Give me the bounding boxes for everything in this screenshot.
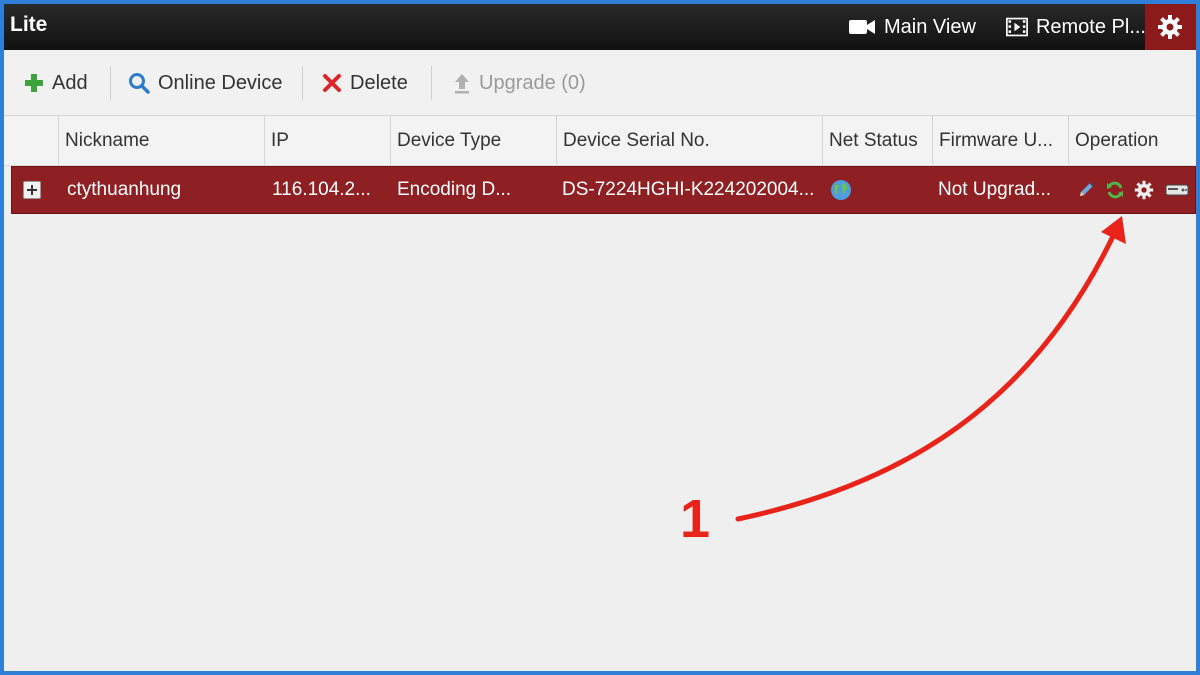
toolbar: Add Online Device Delete Upgrade (0) (4, 50, 1196, 116)
toolbar-divider (302, 66, 303, 100)
toolbar-divider (431, 66, 432, 100)
gear-icon (1158, 15, 1182, 39)
gear-icon (1134, 180, 1154, 200)
pencil-icon (1080, 182, 1094, 196)
expand-button[interactable] (23, 181, 41, 199)
annotation-number: 1 (680, 489, 711, 549)
settings-tab[interactable] (1145, 4, 1196, 50)
column-header-ip[interactable]: IP (264, 116, 390, 166)
nav-remote-playback[interactable]: Remote Pl... (1006, 4, 1146, 50)
online-device-button-label: Online Device (158, 71, 283, 94)
title-bar: Lite Main View Remote Pl... (4, 4, 1196, 50)
globe-icon (831, 180, 851, 200)
cell-net-status (830, 167, 870, 213)
add-button[interactable]: Add (24, 50, 88, 116)
column-header-serial[interactable]: Device Serial No. (556, 116, 822, 166)
remote-config-button[interactable] (1164, 179, 1190, 201)
close-icon (323, 74, 341, 92)
delete-button[interactable]: Delete (322, 50, 408, 116)
refresh-button[interactable] (1104, 179, 1126, 201)
config-button[interactable] (1133, 179, 1155, 201)
nav-remote-playback-label: Remote Pl... (1035, 15, 1146, 38)
search-icon (129, 73, 150, 94)
cell-firmware: Not Upgrad... (938, 179, 1051, 200)
cell-ip: 116.104.2... (272, 179, 371, 200)
online-device-button[interactable]: Online Device (128, 50, 283, 116)
cell-serial: DS-7224HGHI-K224202004... (562, 179, 815, 200)
column-header-nickname[interactable]: Nickname (58, 116, 264, 166)
cell-nickname: ctythuanhung (67, 179, 182, 200)
upgrade-button[interactable]: Upgrade (0) (453, 50, 586, 116)
nav-main-view[interactable]: Main View (848, 4, 976, 50)
device-table-header: Nickname IP Device Type Device Serial No… (4, 116, 1196, 166)
column-header-operation[interactable]: Operation (1068, 116, 1196, 166)
edit-button[interactable] (1075, 179, 1097, 201)
nav-main-view-label: Main View (884, 15, 976, 38)
column-header-firmware[interactable]: Firmware U... (932, 116, 1068, 166)
refresh-icon (1107, 181, 1123, 199)
column-header-net-status[interactable]: Net Status (822, 116, 932, 166)
upload-arrow-icon (455, 74, 469, 94)
upgrade-button-label: Upgrade (0) (479, 71, 586, 94)
delete-button-label: Delete (350, 71, 408, 94)
toolbar-divider (110, 66, 111, 100)
film-icon (1006, 17, 1028, 37)
app-window: Lite Main View Remote Pl... Add Online D… (4, 4, 1196, 671)
cell-device-type: Encoding D... (397, 179, 512, 200)
add-button-label: Add (52, 71, 88, 94)
column-header-device-type[interactable]: Device Type (390, 116, 556, 166)
plus-icon (27, 185, 37, 195)
camera-icon (849, 20, 875, 34)
dvr-icon (1165, 184, 1189, 196)
plus-icon (25, 74, 43, 92)
app-title: Lite (10, 13, 48, 36)
table-row[interactable]: ctythuanhung 116.104.2... Encoding D... … (11, 166, 1196, 214)
